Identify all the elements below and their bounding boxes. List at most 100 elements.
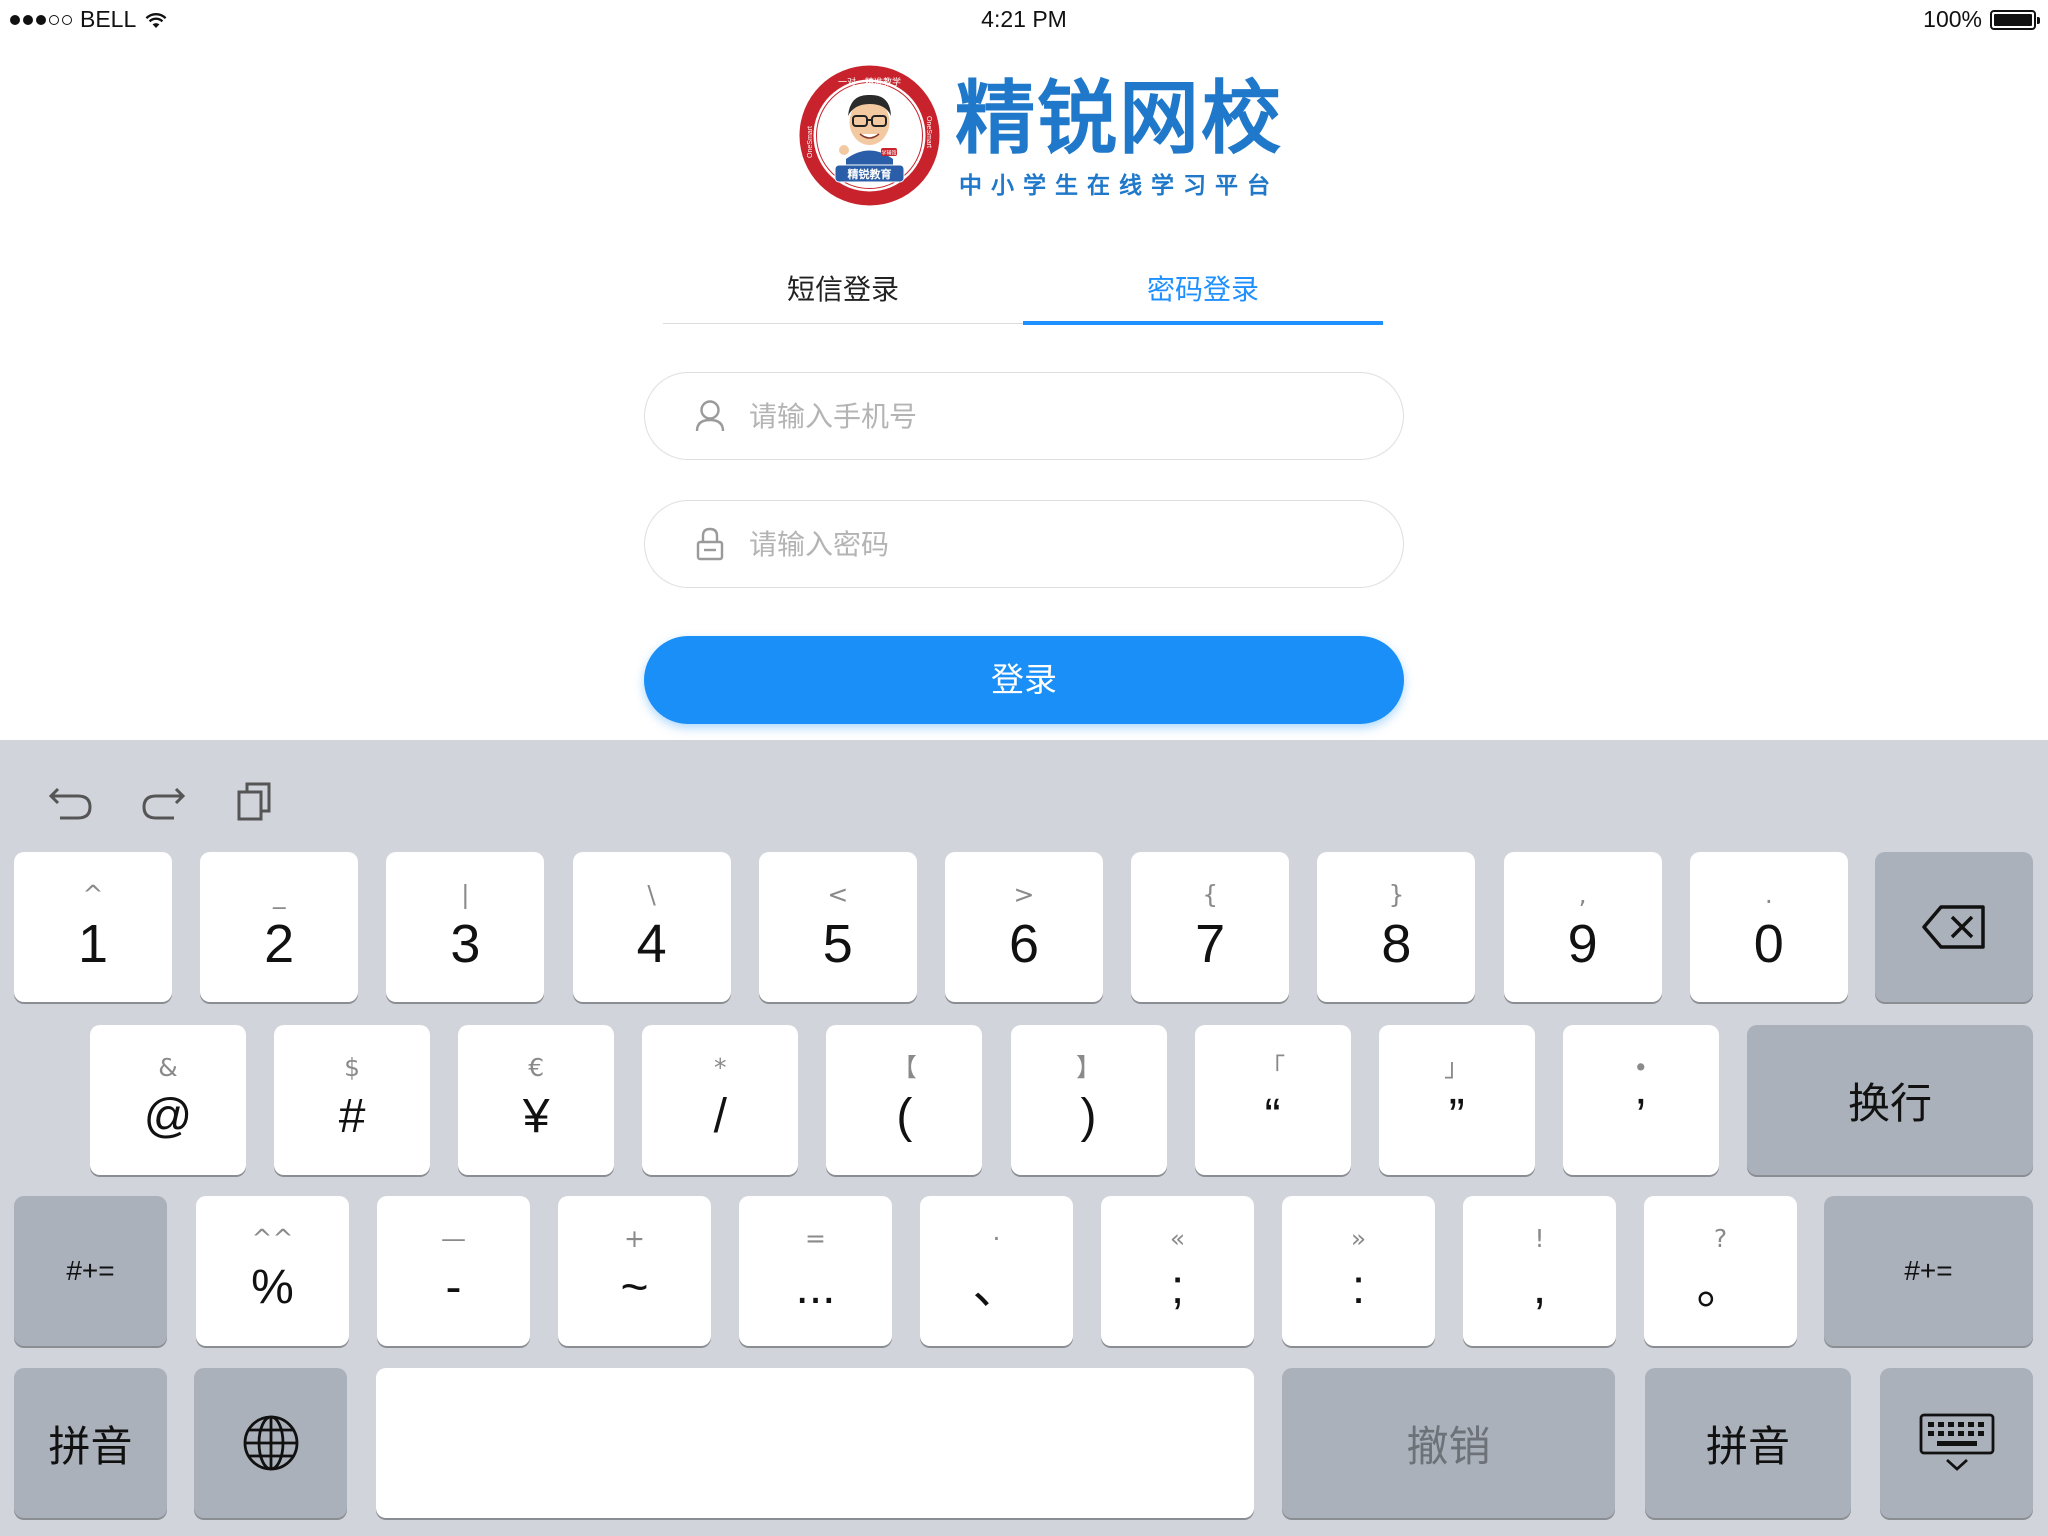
key-secondary-label: { (1202, 880, 1219, 909)
key-secondary-label: . (1764, 880, 1773, 909)
key-8[interactable]: } 8 (1317, 852, 1476, 1002)
space-key[interactable] (376, 1368, 1254, 1518)
key-symbol[interactable]: »: (1282, 1196, 1435, 1346)
key-primary-label: : (1351, 1261, 1366, 1314)
password-field[interactable] (644, 500, 1404, 588)
key-symbol[interactable]: =... (739, 1196, 892, 1346)
key-9[interactable]: ,9 (1503, 852, 1662, 1002)
delete-key[interactable] (1875, 852, 2033, 1002)
lock-icon (693, 527, 727, 561)
pinyin-key-right[interactable]: 拼音 (1645, 1368, 1851, 1518)
key-5[interactable]: <5 (758, 852, 917, 1002)
key-primary-label: ” (1448, 1090, 1465, 1143)
key-symbol[interactable]: 【( (826, 1025, 983, 1175)
password-input[interactable] (749, 527, 1349, 561)
badge-side-left: OneSmart (807, 126, 814, 158)
badge-ring-text: 一对一精准教学 (838, 76, 901, 88)
key-label: #+= (66, 1255, 115, 1286)
key-symbol[interactable]: + ~ (558, 1196, 711, 1346)
phone-input[interactable] (749, 399, 1349, 433)
key-7[interactable]: {7 (1131, 852, 1290, 1002)
pinyin-key-left[interactable]: 拼音 (14, 1368, 167, 1518)
key-secondary-label: 「 (1260, 1053, 1286, 1082)
key-secondary-label: € (528, 1053, 545, 1082)
key-primary-label: 2 (264, 914, 295, 974)
login-tabs: 短信登录 密码登录 (663, 262, 1383, 325)
onscreen-keyboard: ^ 1 _ 2 | 3 \ 4 <5 >6{7} 8, 9. 0 & @ $ # € ¥ * / 【(】) 「“」” •’ 换行… (0, 740, 2048, 1536)
key-4[interactable]: \ 4 (572, 852, 731, 1002)
key-primary-label: # (338, 1090, 366, 1143)
phone-field[interactable] (644, 372, 1404, 460)
redo-icon[interactable] (138, 776, 188, 826)
keyboard-toolbar (0, 740, 2048, 850)
key-secondary-label: ^ (82, 880, 104, 909)
globe-key[interactable] (194, 1368, 347, 1518)
tab-password-login[interactable]: 密码登录 (1023, 262, 1383, 325)
key-primary-label: ~ (620, 1261, 649, 1314)
key-primary-label: ¥ (522, 1090, 550, 1143)
key-primary-label: % (251, 1261, 294, 1314)
key-2[interactable]: _ 2 (200, 852, 359, 1002)
key-secondary-label: _ (272, 880, 286, 909)
key-secondary-label: • (1633, 1053, 1649, 1082)
key-symbol[interactable]: 「“ (1194, 1025, 1351, 1175)
key-secondary-label: 】 (1075, 1053, 1101, 1082)
key-secondary-label: 【 (891, 1053, 917, 1082)
more-symbols-key-left[interactable]: #+= (14, 1196, 167, 1346)
hide-keyboard-key[interactable] (1880, 1368, 2033, 1518)
more-symbols-key-right[interactable]: #+= (1824, 1196, 2033, 1346)
logo-title: 精锐网校 (955, 71, 1283, 165)
key-6[interactable]: >6 (945, 852, 1103, 1002)
key-primary-label: / (713, 1090, 727, 1143)
key-symbol[interactable]: ^^% (196, 1196, 349, 1346)
key-secondary-label: \ (647, 880, 656, 909)
key-primary-label: “ (1264, 1090, 1281, 1143)
key-symbol[interactable]: «; (1101, 1196, 1254, 1346)
badge-tag: 学辅馆 (881, 150, 896, 157)
key-primary-label: 。 (1696, 1261, 1745, 1314)
key-symbol[interactable]: !, (1463, 1196, 1616, 1346)
globe-icon (243, 1415, 298, 1471)
key-0[interactable]: .0 (1689, 852, 1848, 1002)
key-label: 拼音 (48, 1421, 133, 1471)
key-label: 拼音 (1705, 1421, 1790, 1471)
badge-side-right: OneSmart (925, 116, 932, 148)
undo-icon[interactable] (46, 776, 96, 826)
clipboard-icon[interactable] (230, 776, 280, 826)
key-secondary-label: ? (1713, 1224, 1728, 1253)
key-primary-label: 4 (636, 914, 667, 974)
undo-key[interactable]: 撤销 (1282, 1368, 1615, 1518)
key-primary-label: ; (1170, 1261, 1185, 1314)
key-symbol[interactable]: ?。 (1644, 1196, 1797, 1346)
return-key[interactable]: 换行 (1747, 1025, 2033, 1175)
key-symbol[interactable]: — - (377, 1196, 530, 1346)
key-secondary-label: * (714, 1053, 727, 1082)
status-bar: BELL 4:21 PM 100% (0, 0, 2048, 40)
key-symbol[interactable]: * / (642, 1025, 799, 1175)
key-secondary-label: « (1169, 1224, 1186, 1253)
battery-icon (1990, 9, 2040, 30)
key-symbol[interactable]: 」” (1378, 1025, 1535, 1175)
key-symbol[interactable]: € ¥ (458, 1025, 615, 1175)
key-secondary-label: & (158, 1053, 178, 1082)
key-secondary-label: $ (344, 1053, 361, 1082)
key-1[interactable]: ^ 1 (14, 852, 172, 1002)
app-logo: 一对一精准教学 OneSmart OneSmart 学辅馆 精锐教育 精锐网校 … (798, 64, 1283, 207)
key-primary-label: ( (896, 1090, 913, 1143)
key-label: 撤销 (1406, 1421, 1491, 1471)
user-icon (693, 399, 727, 433)
key-symbol[interactable]: ·、 (920, 1196, 1073, 1346)
key-3[interactable]: | 3 (386, 852, 545, 1002)
key-symbol[interactable]: 】) (1010, 1025, 1167, 1175)
key-primary-label: 1 (77, 914, 109, 974)
status-right: 100% (1923, 6, 2040, 33)
key-primary-label: - (445, 1261, 462, 1314)
key-symbol[interactable]: $ # (274, 1025, 431, 1175)
key-primary-label: 5 (822, 914, 853, 974)
logo-subtitle: 中小学生在线学习平台 (959, 172, 1279, 199)
key-primary-label: 8 (1381, 914, 1412, 974)
tab-sms-login[interactable]: 短信登录 (663, 262, 1023, 323)
key-symbol[interactable]: & @ (90, 1025, 246, 1175)
login-button[interactable]: 登录 (644, 636, 1404, 724)
key-symbol[interactable]: •’ (1562, 1025, 1719, 1175)
